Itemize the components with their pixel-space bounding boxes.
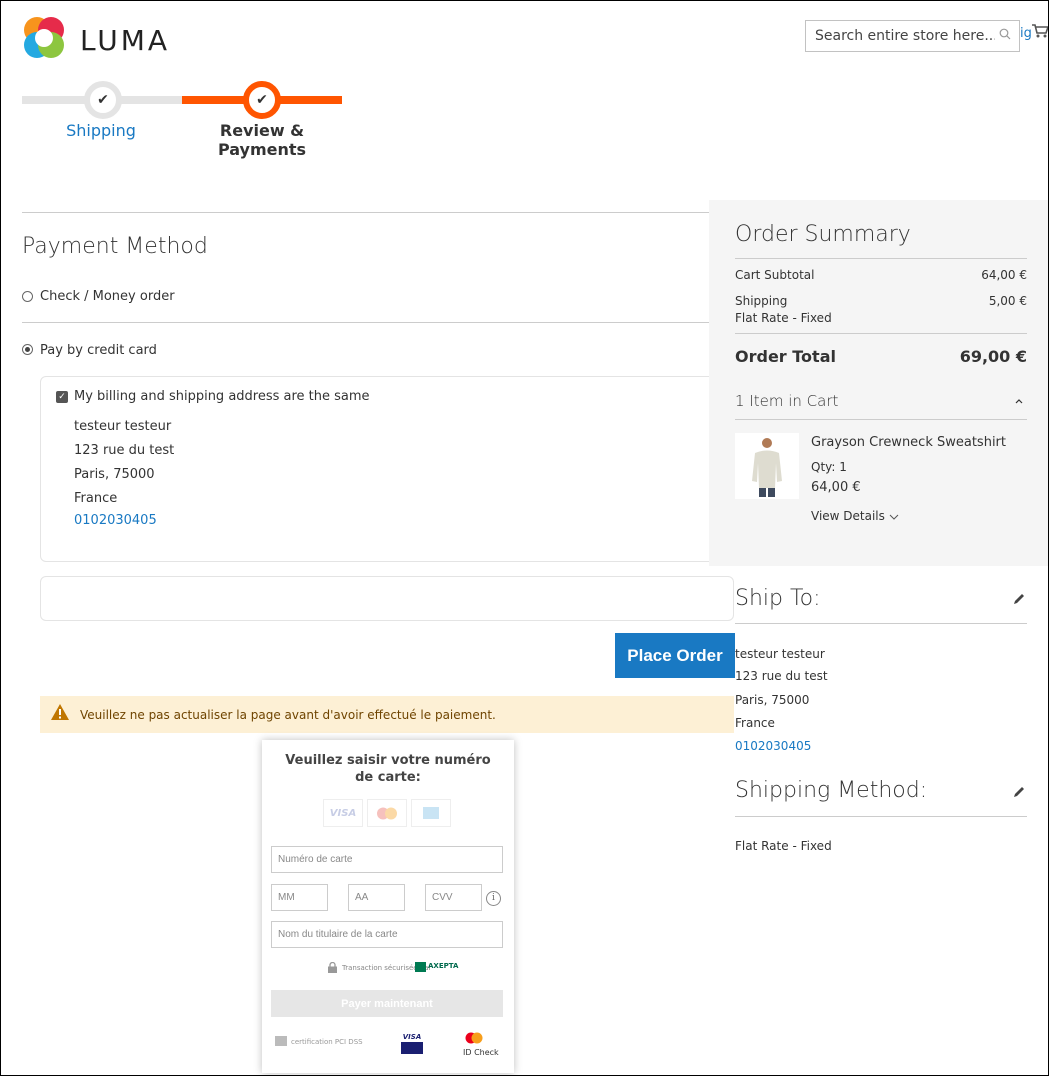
product-thumbnail[interactable] xyxy=(735,433,799,499)
visa-secure-icon: VISA xyxy=(401,1033,423,1056)
same-address-checkbox[interactable]: ✓ xyxy=(56,391,68,403)
payment-method-title: Payment Method xyxy=(22,234,208,259)
divider xyxy=(22,212,709,213)
order-summary-title: Order Summary xyxy=(735,222,911,247)
search-input[interactable] xyxy=(806,21,995,51)
payment-step-check-icon: ✔ xyxy=(243,81,281,119)
billing-name: testeur testeur xyxy=(74,419,172,434)
edit-ship-to-pencil-icon[interactable] xyxy=(1012,592,1026,606)
lock-icon xyxy=(328,962,337,973)
order-total-value: 69,00 € xyxy=(959,347,1027,366)
mastercard-id-check-icon xyxy=(465,1032,483,1044)
divider xyxy=(735,333,1027,334)
cvv-info-icon[interactable]: i xyxy=(486,891,501,906)
same-address-label[interactable]: My billing and shipping address are the … xyxy=(74,389,370,404)
search-box[interactable] xyxy=(805,20,1020,52)
chevron-up-icon[interactable] xyxy=(1013,395,1025,407)
divider xyxy=(735,623,1027,624)
billing-country: France xyxy=(74,491,118,506)
shipping-method-title: Shipping Method: xyxy=(735,778,928,803)
sign-in-link[interactable]: ign xyxy=(1020,26,1031,41)
cvv-input[interactable] xyxy=(425,884,482,911)
expiry-year-input[interactable] xyxy=(348,884,405,911)
edit-shipping-method-pencil-icon[interactable] xyxy=(1012,785,1026,799)
cart-icon[interactable] xyxy=(1031,22,1049,40)
axepta-logo-text: AXEPTA xyxy=(428,962,459,970)
shipping-step-link[interactable]: Shipping xyxy=(40,121,162,140)
pay-now-button[interactable]: Payer maintenant xyxy=(271,990,503,1017)
ship-to-phone-link[interactable]: 0102030405 xyxy=(735,739,811,753)
shipping-method-value: Flat Rate - Fixed xyxy=(735,839,832,853)
product-name: Grayson Crewneck Sweatshirt xyxy=(811,435,1006,450)
divider xyxy=(735,258,1027,259)
cardholder-name-input[interactable] xyxy=(271,921,503,948)
card-number-input[interactable] xyxy=(271,846,503,873)
review-payments-step-label: Review & Payments xyxy=(217,121,307,159)
shipping-value: 5,00 € xyxy=(988,294,1027,308)
ship-to-country: France xyxy=(735,716,775,730)
amex-logo-icon xyxy=(411,799,451,827)
warning-text: Veuillez ne pas actualiser la page avant… xyxy=(80,708,496,722)
ship-to-title: Ship To: xyxy=(735,586,821,611)
ship-to-city: Paris, 75000 xyxy=(735,693,810,707)
warning-icon xyxy=(51,704,69,720)
cart-subtotal-value: 64,00 € xyxy=(981,268,1027,282)
card-form-title: Veuillez saisir votre numéro de carte: xyxy=(285,753,491,785)
divider xyxy=(735,419,1027,420)
place-order-button[interactable]: Place Order xyxy=(615,633,735,678)
check-money-order-radio[interactable] xyxy=(22,291,33,302)
ship-to-street: 123 rue du test xyxy=(735,669,828,683)
billing-city: Paris, 75000 xyxy=(74,467,155,482)
divider xyxy=(22,322,734,323)
product-price: 64,00 € xyxy=(811,480,861,495)
axepta-logo-icon xyxy=(415,962,426,972)
divider xyxy=(735,816,1027,817)
shipping-step-check-icon: ✔ xyxy=(84,81,122,119)
luma-logo-icon[interactable] xyxy=(22,16,66,60)
visa-logo-icon: VISA xyxy=(323,799,363,827)
cart-subtotal-label: Cart Subtotal xyxy=(735,268,815,282)
credit-card-radio[interactable] xyxy=(22,344,33,355)
view-details-label: View Details xyxy=(811,509,885,523)
ship-to-name: testeur testeur xyxy=(735,647,825,661)
id-check-label: ID Check xyxy=(463,1048,499,1057)
billing-street: 123 rue du test xyxy=(74,443,175,458)
shipping-method-name: Flat Rate - Fixed xyxy=(735,311,832,325)
expiry-month-input[interactable] xyxy=(271,884,328,911)
pci-certification-text: certification PCI DSS xyxy=(291,1038,363,1046)
search-icon[interactable] xyxy=(999,28,1011,40)
product-qty: Qty: 1 xyxy=(811,460,847,474)
billing-phone-link[interactable]: 0102030405 xyxy=(74,513,157,528)
order-total-label: Order Total xyxy=(735,347,836,366)
items-in-cart-toggle[interactable]: 1 Item in Cart xyxy=(735,392,838,410)
credit-card-label[interactable]: Pay by credit card xyxy=(40,343,157,358)
brand-name[interactable]: LUMA xyxy=(80,24,170,57)
mastercard-logo-icon xyxy=(367,799,407,827)
shipping-label: Shipping xyxy=(735,294,788,308)
check-money-order-label[interactable]: Check / Money order xyxy=(40,289,175,304)
pci-certificate-icon xyxy=(275,1036,287,1046)
view-details-toggle[interactable]: View Details xyxy=(811,509,899,523)
payment-extra-box xyxy=(40,576,734,621)
chevron-down-icon xyxy=(889,514,899,520)
